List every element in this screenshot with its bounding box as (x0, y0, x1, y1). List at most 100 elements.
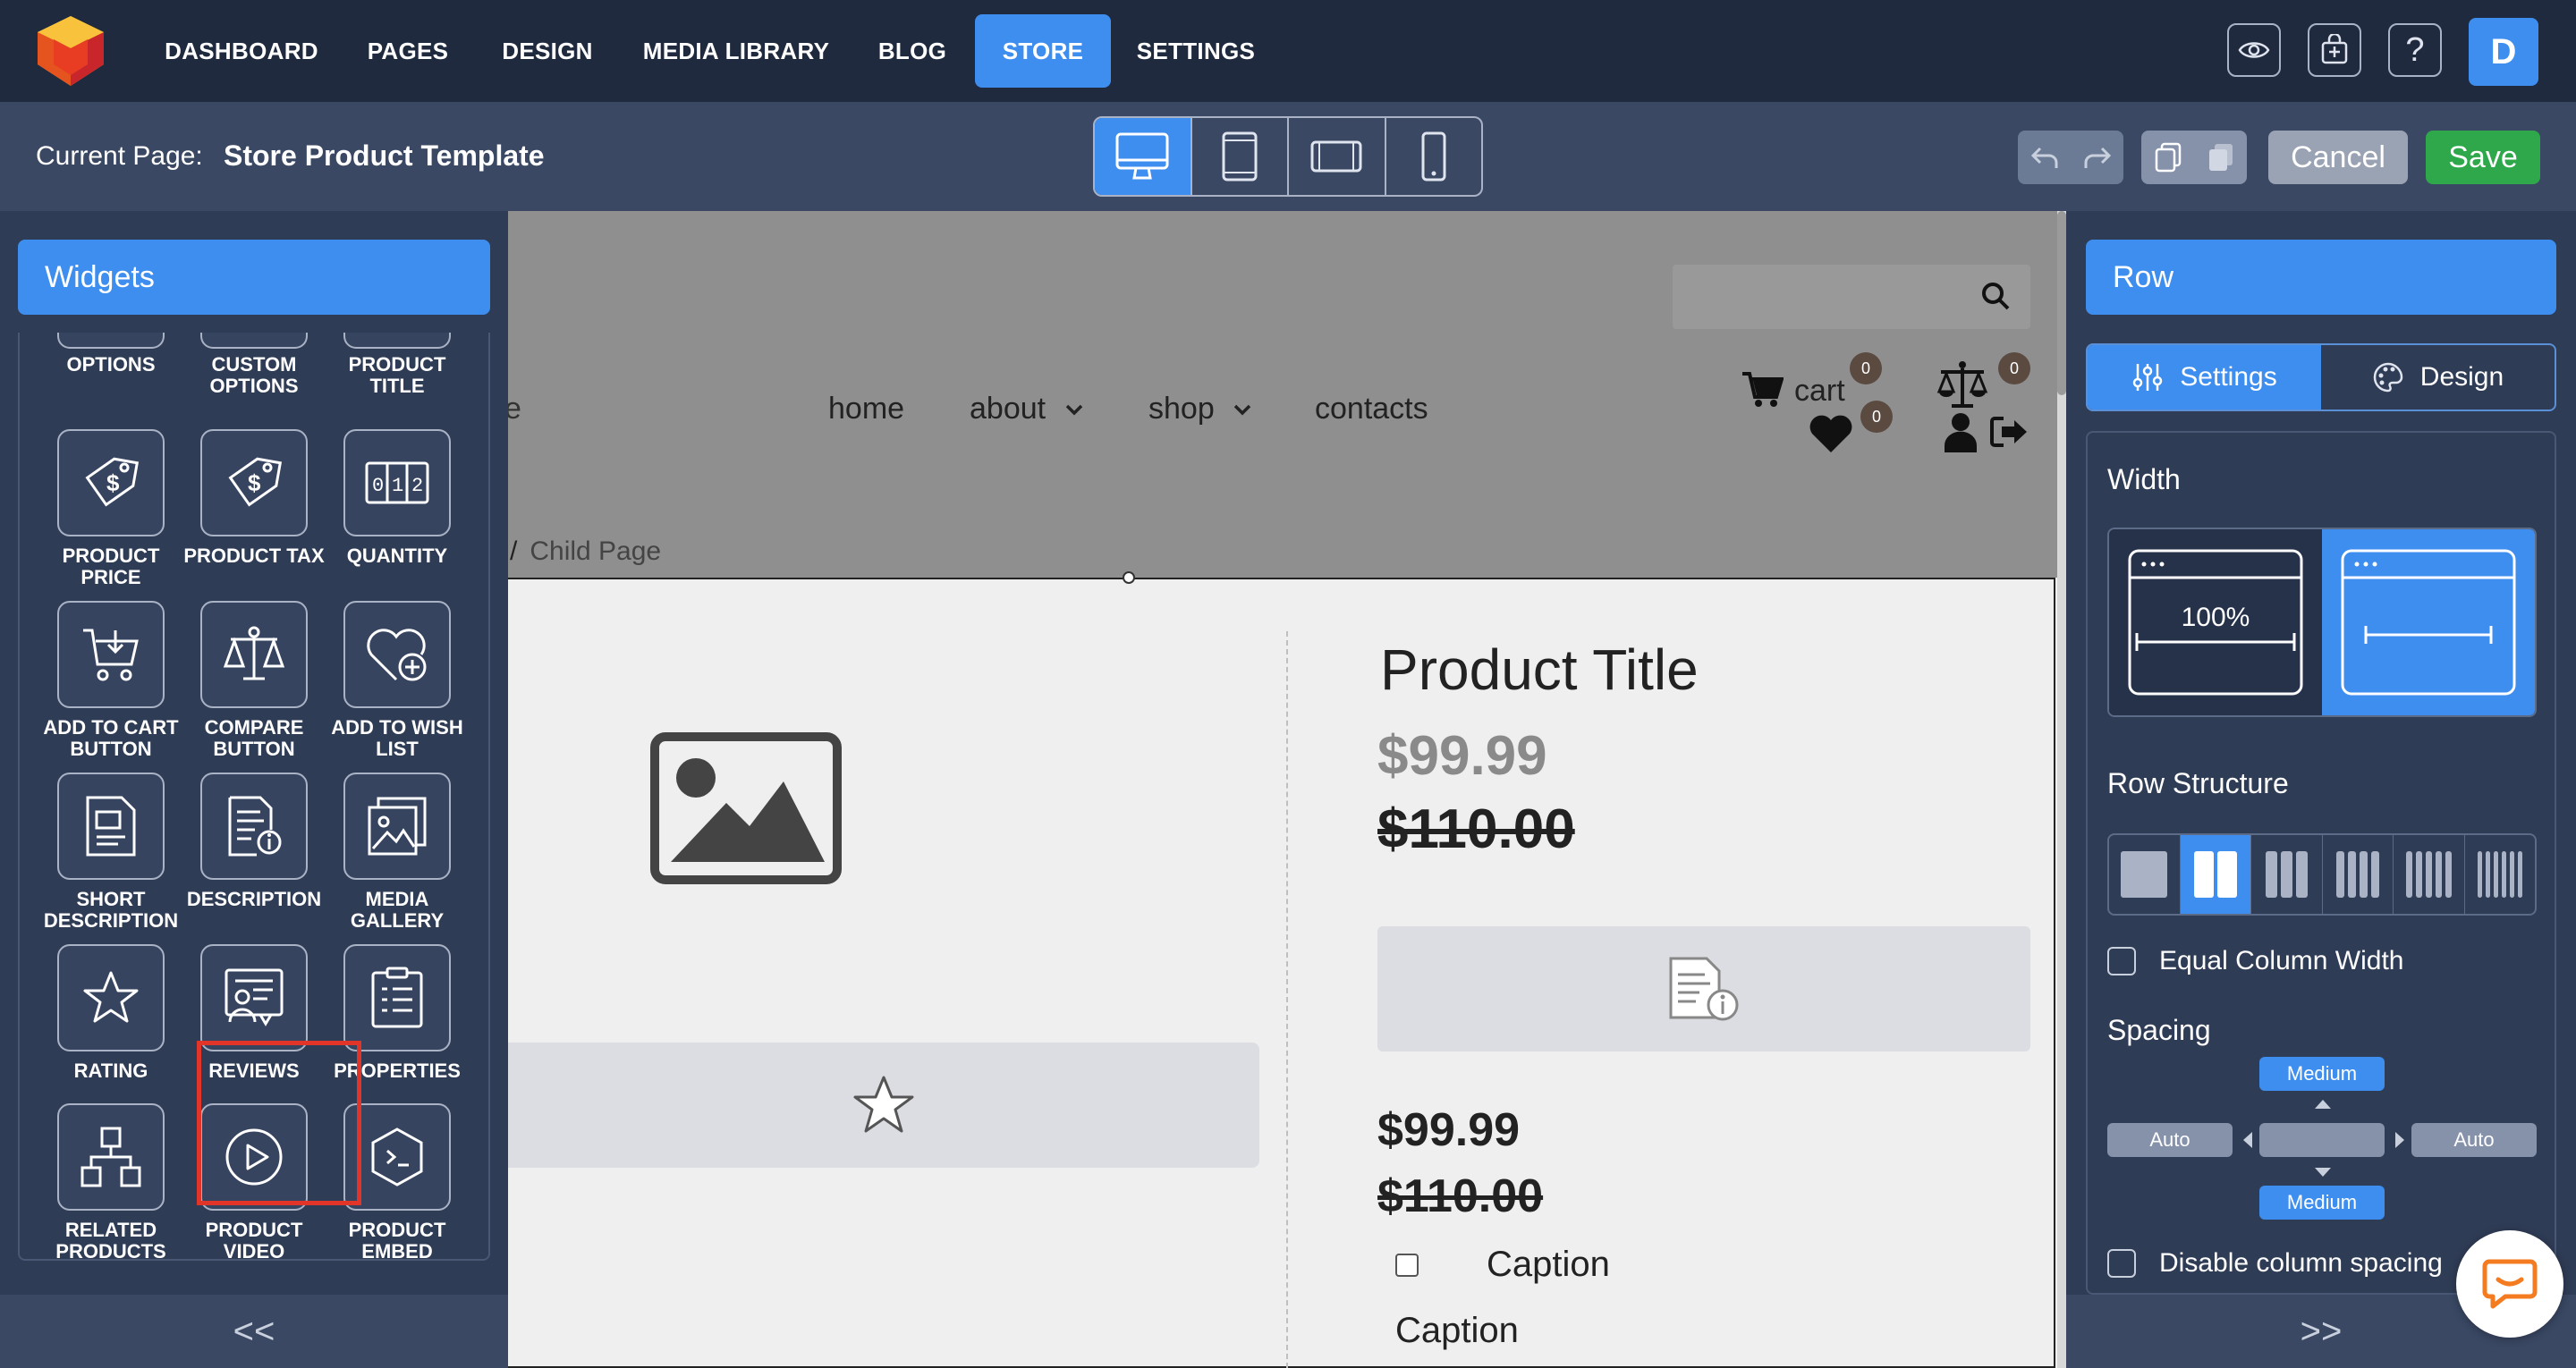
rating-widget-placeholder[interactable] (508, 1043, 1259, 1168)
structure-2-columns[interactable] (2180, 835, 2251, 914)
reviews-highlight (197, 1041, 361, 1205)
nav-media-library[interactable]: MEDIA LIBRARY (633, 14, 839, 88)
widget-add-to-wish-list[interactable]: ADD TO WISH LIST (326, 601, 469, 760)
equal-column-width-toggle[interactable]: Equal Column Width (2107, 946, 2403, 976)
widget-media-gallery[interactable]: MEDIA GALLERY (326, 773, 469, 932)
site-search-input[interactable] (1673, 265, 2030, 329)
help-button[interactable]: ? (2388, 23, 2442, 77)
eye-icon (2238, 42, 2270, 58)
cancel-button[interactable]: Cancel (2268, 131, 2408, 184)
svg-text:1: 1 (392, 475, 403, 497)
canvas-scrollbar-thumb[interactable] (2057, 211, 2066, 395)
tablet-landscape-icon (1310, 140, 1362, 173)
compare-icon[interactable] (1936, 359, 1989, 410)
paste-button[interactable] (2194, 131, 2247, 184)
structure-1-column[interactable] (2109, 835, 2181, 914)
product-title[interactable]: Product Title (1380, 637, 1699, 703)
caption-checkbox-label: Caption (1487, 1245, 1610, 1284)
equal-column-width-checkbox[interactable] (2107, 947, 2136, 975)
widget-description[interactable]: DESCRIPTION (182, 773, 326, 910)
device-desktop-button[interactable] (1095, 118, 1192, 195)
device-tablet-portrait-button[interactable] (1192, 118, 1289, 195)
column-divider (1286, 631, 1288, 1368)
paste-icon (2208, 144, 2233, 171)
width-boxed-option[interactable] (2322, 529, 2535, 715)
widget-short-description[interactable]: SHORT DESCRIPTION (39, 773, 182, 932)
structure-4-columns[interactable] (2323, 835, 2394, 914)
widget-product-price[interactable]: $ PRODUCT PRICE (39, 429, 182, 588)
device-tablet-landscape-button[interactable] (1289, 118, 1386, 195)
cart-icon (83, 629, 139, 681)
spacing-top-select[interactable]: Medium (2259, 1057, 2385, 1091)
copy-button[interactable] (2141, 131, 2194, 184)
support-chat-button[interactable] (2456, 1230, 2563, 1338)
cart-label[interactable]: cart (1794, 374, 1845, 409)
nav-pages[interactable]: PAGES (354, 14, 462, 88)
embed-icon (371, 1127, 423, 1186)
widget-related-products[interactable]: RELATED PRODUCTS (39, 1103, 182, 1259)
spacing-label: Spacing (2107, 1014, 2211, 1046)
disable-column-spacing-checkbox[interactable] (2107, 1249, 2136, 1278)
row-structure-selector (2107, 833, 2537, 916)
structure-6-columns[interactable] (2465, 835, 2536, 914)
widget-quantity[interactable]: 012 QUANTITY (326, 429, 469, 567)
tab-design[interactable]: Design (2321, 345, 2555, 410)
nav-design[interactable]: DESIGN (488, 14, 606, 88)
widget-product-title[interactable]: PRODUCT TITLE (326, 333, 469, 397)
product-image-placeholder[interactable] (649, 731, 843, 885)
nav-blog[interactable]: BLOG (868, 14, 957, 88)
menu-contacts[interactable]: contacts (1315, 392, 1428, 426)
collapse-left-panel-button[interactable]: << (0, 1295, 508, 1368)
description-widget-placeholder[interactable] (1377, 926, 2030, 1051)
account-user-icon[interactable] (1943, 411, 1979, 452)
widgets-panel: Widgets OPTIONS CUSTOM OPTIONS PRODUCT T… (0, 211, 508, 1368)
spacing-bottom-select[interactable]: Medium (2259, 1186, 2385, 1220)
caret-up-icon (2315, 1100, 2331, 1109)
settings-panel: Row Settings Design Width 100% Row Struc… (2066, 211, 2576, 1368)
cart-count-badge: 0 (1850, 352, 1882, 384)
spacing-left-select[interactable]: Auto (2107, 1123, 2233, 1157)
product-old-price[interactable]: $110.00 (1377, 798, 1575, 861)
structure-3-columns[interactable] (2251, 835, 2323, 914)
logout-icon[interactable] (1989, 415, 2029, 449)
product-price-secondary[interactable]: $99.99 (1377, 1103, 1520, 1157)
breadcrumb-current[interactable]: Child Page (530, 536, 661, 566)
product-old-price-secondary[interactable]: $110.00 (1377, 1170, 1543, 1223)
nav-store[interactable]: STORE (975, 14, 1111, 88)
site-logo-fragment: e (508, 392, 521, 426)
menu-shop[interactable]: shop (1148, 392, 1251, 426)
undo-button[interactable] (2018, 131, 2071, 184)
caption-checkbox[interactable] (1395, 1254, 1419, 1277)
save-button[interactable]: Save (2426, 131, 2540, 184)
redo-button[interactable] (2071, 131, 2123, 184)
widget-rating[interactable]: RATING (39, 944, 182, 1082)
wishlist-heart-icon[interactable] (1809, 415, 1853, 454)
menu-about[interactable]: about (970, 392, 1083, 426)
app-logo[interactable] (30, 13, 111, 89)
menu-home[interactable]: home (828, 392, 904, 426)
user-avatar[interactable]: D (2469, 18, 2538, 86)
spacing-right-select[interactable]: Auto (2411, 1123, 2537, 1157)
search-icon[interactable] (1980, 281, 2011, 311)
product-price[interactable]: $99.99 (1377, 724, 1547, 788)
store-manager-button[interactable] (2308, 23, 2361, 77)
structure-5-columns[interactable] (2394, 835, 2465, 914)
desktop-icon (1115, 132, 1169, 180)
row-drag-handle[interactable] (1123, 571, 1135, 584)
nav-settings[interactable]: SETTINGS (1129, 14, 1263, 88)
chevron-down-icon (1065, 404, 1083, 417)
widget-custom-options[interactable]: CUSTOM OPTIONS (182, 333, 326, 397)
cart-icon[interactable] (1741, 370, 1784, 408)
disable-column-spacing-toggle[interactable]: Disable column spacing (2107, 1248, 2443, 1279)
widget-product-tax[interactable]: $ PRODUCT TAX (182, 429, 326, 567)
tab-settings[interactable]: Settings (2088, 345, 2321, 410)
row-structure-label: Row Structure (2107, 767, 2289, 799)
width-full-option[interactable]: 100% (2109, 529, 2322, 715)
widget-options[interactable]: OPTIONS (39, 333, 182, 376)
nav-dashboard[interactable]: DASHBOARD (152, 14, 331, 88)
widget-compare-button[interactable]: COMPARE BUTTON (182, 601, 326, 760)
preview-button[interactable] (2227, 23, 2281, 77)
widget-add-to-cart[interactable]: ADD TO CART BUTTON (39, 601, 182, 760)
device-switcher (1093, 116, 1483, 197)
device-mobile-button[interactable] (1386, 118, 1482, 195)
